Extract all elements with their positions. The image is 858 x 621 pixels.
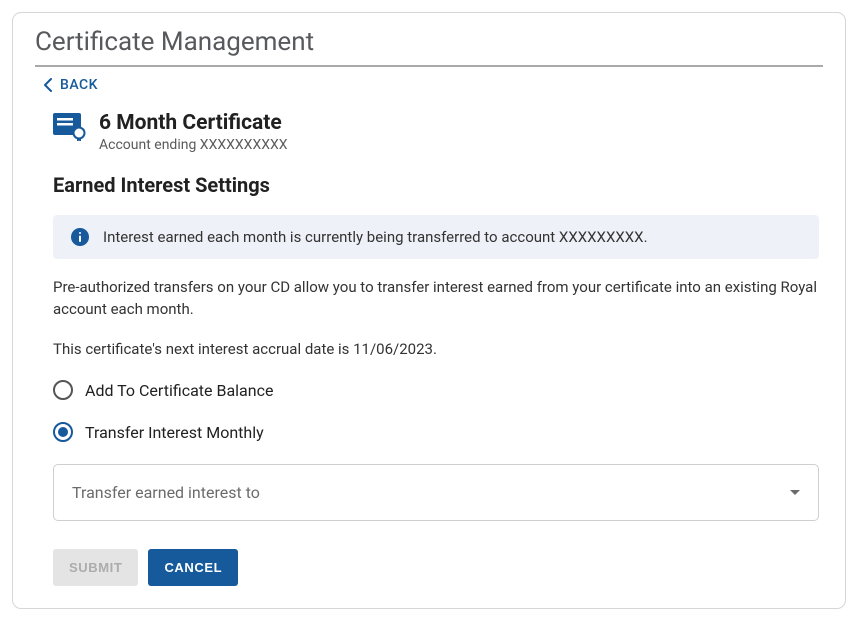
select-placeholder: Transfer earned interest to [72, 483, 260, 502]
radio-circle-selected-icon [53, 422, 73, 442]
interest-option-radio-group: Add To Certificate Balance Transfer Inte… [53, 380, 819, 442]
radio-transfer-monthly[interactable]: Transfer Interest Monthly [53, 422, 819, 442]
info-icon [71, 228, 89, 246]
radio-label: Add To Certificate Balance [85, 381, 273, 400]
info-banner: Interest earned each month is currently … [53, 215, 819, 259]
certificate-name: 6 Month Certificate [99, 111, 288, 135]
action-buttons: SUBMIT CANCEL [53, 549, 819, 586]
certificate-icon [53, 113, 87, 141]
chevron-down-icon [790, 490, 800, 495]
chevron-left-icon [43, 78, 52, 92]
back-label: BACK [60, 77, 98, 93]
certificate-management-panel: Certificate Management BACK 6 Month Cert… [12, 12, 846, 609]
back-link[interactable]: BACK [43, 77, 98, 93]
certificate-header: 6 Month Certificate Account ending XXXXX… [53, 111, 823, 153]
submit-button[interactable]: SUBMIT [53, 549, 138, 586]
description-paragraph-2: This certificate's next interest accrual… [53, 339, 819, 361]
cancel-button[interactable]: CANCEL [148, 549, 238, 586]
certificate-subtitle: Account ending XXXXXXXXXX [99, 137, 288, 153]
page-title: Certificate Management [35, 27, 823, 67]
radio-circle-icon [53, 380, 73, 400]
description-paragraph-1: Pre-authorized transfers on your CD allo… [53, 277, 819, 321]
transfer-account-select[interactable]: Transfer earned interest to [53, 464, 819, 521]
section-title: Earned Interest Settings [53, 173, 823, 197]
radio-label: Transfer Interest Monthly [85, 423, 264, 442]
info-banner-text: Interest earned each month is currently … [103, 228, 648, 246]
radio-add-to-balance[interactable]: Add To Certificate Balance [53, 380, 819, 400]
